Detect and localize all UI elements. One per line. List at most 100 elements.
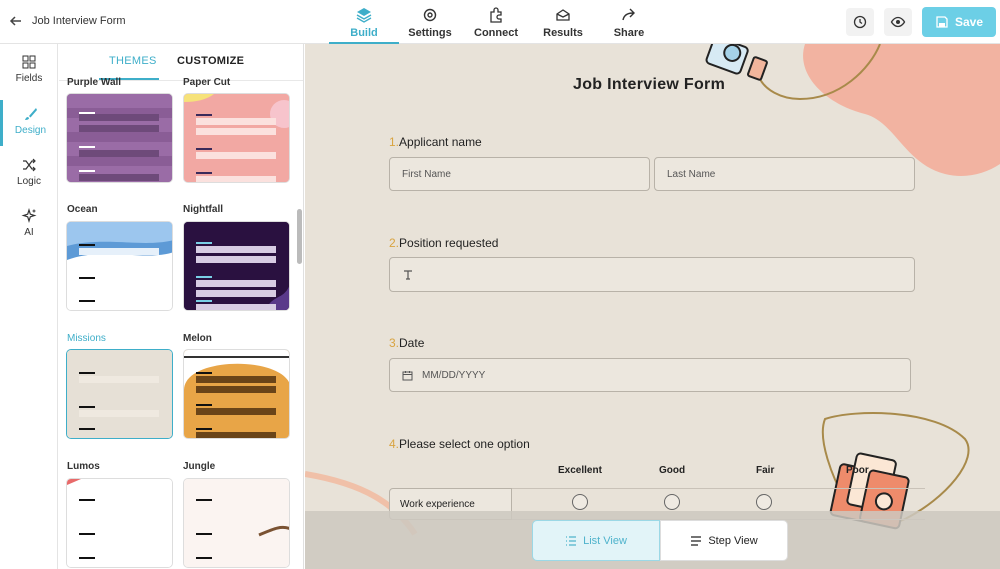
eye-icon <box>890 16 906 28</box>
theme-label-paper-cut: Paper Cut <box>183 77 231 88</box>
question-4-label: 4.Please select one option <box>389 437 530 451</box>
date-input[interactable]: MM/DD/YYYY <box>389 358 911 392</box>
theme-thumb-ocean[interactable] <box>66 221 173 311</box>
text-cursor-icon <box>404 269 412 280</box>
theme-preview <box>184 350 289 438</box>
form-heading: Job Interview Form <box>573 76 726 93</box>
tab-results[interactable]: Results <box>528 4 598 44</box>
column-fair: Fair <box>756 465 775 476</box>
inbox-icon <box>556 9 570 21</box>
theme-thumb-lumos[interactable] <box>66 478 173 568</box>
theme-preview <box>67 94 172 182</box>
theme-label-missions: Missions <box>67 333 106 344</box>
question-4-text: Please select one option <box>399 437 530 451</box>
theme-thumb-nightfall[interactable] <box>183 221 290 311</box>
tab-customize[interactable]: CUSTOMIZE <box>177 55 244 67</box>
radio-good[interactable] <box>664 494 680 510</box>
list-icon <box>566 535 577 546</box>
tab-share[interactable]: Share <box>594 4 664 44</box>
calendar-icon <box>402 370 413 380</box>
rail-item-fields-label: Fields <box>15 73 43 84</box>
theme-preview <box>67 222 172 310</box>
history-button[interactable] <box>846 8 874 36</box>
panel-scrollbar[interactable] <box>297 209 302 264</box>
question-3-label: 3.Date <box>389 336 424 350</box>
list-view-label: List View <box>583 534 627 547</box>
rail-item-design-label: Design <box>14 125 47 136</box>
floppy-disk-icon <box>936 16 948 28</box>
left-rail: Fields Design Logic AI <box>0 44 58 569</box>
theme-thumb-jungle[interactable] <box>183 478 290 568</box>
radio-fair[interactable] <box>756 494 772 510</box>
question-1-label: 1.Applicant name <box>389 135 482 149</box>
rail-item-fields[interactable]: Fields <box>0 48 58 94</box>
theme-thumb-missions[interactable] <box>66 349 173 439</box>
position-input[interactable] <box>389 257 915 292</box>
theme-preview <box>184 222 289 310</box>
question-1-text: Applicant name <box>399 135 482 149</box>
save-label: Save <box>954 15 984 29</box>
brush-icon <box>24 108 37 120</box>
grid-icon <box>22 55 36 69</box>
sparkle-icon <box>21 208 37 224</box>
question-2-text: Position requested <box>399 236 499 250</box>
first-name-input[interactable]: First Name <box>389 157 650 191</box>
column-poor: Poor <box>846 465 869 476</box>
list-view-button[interactable]: List View <box>532 520 660 561</box>
first-name-placeholder: First Name <box>402 168 451 180</box>
date-placeholder: MM/DD/YYYY <box>422 369 486 381</box>
theme-label-lumos: Lumos <box>67 461 100 472</box>
rail-item-logic-label: Logic <box>17 176 41 187</box>
theme-label-nightfall: Nightfall <box>183 204 223 215</box>
column-good: Good <box>659 465 686 476</box>
tab-themes[interactable]: THEMES <box>109 55 157 67</box>
layers-icon <box>356 8 372 23</box>
theme-thumb-melon[interactable] <box>183 349 290 439</box>
tab-build-label: Build <box>350 27 378 39</box>
form-title: Job Interview Form <box>32 15 126 27</box>
step-view-label: Step View <box>708 534 758 547</box>
tab-settings-label: Settings <box>408 27 452 39</box>
row-work-experience-label: Work experience <box>400 498 475 510</box>
question-3-text: Date <box>399 336 425 350</box>
question-2-label: 2.Position requested <box>389 236 498 250</box>
question-1-number: 1. <box>389 135 400 149</box>
theme-label-melon: Melon <box>183 333 212 344</box>
theme-thumb-paper-cut[interactable] <box>183 93 290 183</box>
puzzle-icon <box>490 7 502 23</box>
tab-connect[interactable]: Connect <box>461 4 531 44</box>
rail-item-design[interactable]: Design <box>0 100 58 146</box>
share-arrow-icon <box>622 8 635 21</box>
rail-item-ai-label: AI <box>24 227 34 238</box>
form-canvas: Job Interview Form 1.Applicant name Firs… <box>305 44 1000 569</box>
theme-preview <box>184 94 289 182</box>
theme-label-purple-wall: Purple Wall <box>67 77 122 88</box>
last-name-placeholder: Last Name <box>667 168 716 180</box>
theme-label-jungle: Jungle <box>183 461 216 472</box>
radio-excellent[interactable] <box>572 494 588 510</box>
question-2-number: 2. <box>389 236 400 250</box>
rail-item-logic[interactable]: Logic <box>0 151 58 197</box>
column-excellent: Excellent <box>558 465 602 476</box>
tab-settings[interactable]: Settings <box>395 4 465 44</box>
theme-preview <box>67 350 172 438</box>
last-name-input[interactable]: Last Name <box>654 157 915 191</box>
step-view-button[interactable]: Step View <box>660 520 788 561</box>
tab-results-label: Results <box>543 27 583 39</box>
top-bar: Job Interview Form Build Settings Connec… <box>0 0 1000 44</box>
gear-icon <box>423 8 437 22</box>
theme-preview <box>184 479 289 567</box>
back-arrow-icon[interactable] <box>7 12 25 30</box>
preview-button[interactable] <box>884 8 912 36</box>
save-button[interactable]: Save <box>922 7 996 37</box>
tab-share-label: Share <box>613 27 645 39</box>
question-4-number: 4. <box>389 437 400 451</box>
theme-thumb-purple-wall[interactable] <box>66 93 173 183</box>
tab-connect-label: Connect <box>474 27 518 39</box>
themes-panel: THEMES CUSTOMIZE Purple Wall Paper Cut O… <box>59 44 304 569</box>
history-icon <box>853 15 867 29</box>
theme-preview <box>67 479 172 567</box>
theme-label-ocean: Ocean <box>67 204 98 215</box>
rail-item-ai[interactable]: AI <box>0 202 58 248</box>
tab-build[interactable]: Build <box>329 4 399 44</box>
